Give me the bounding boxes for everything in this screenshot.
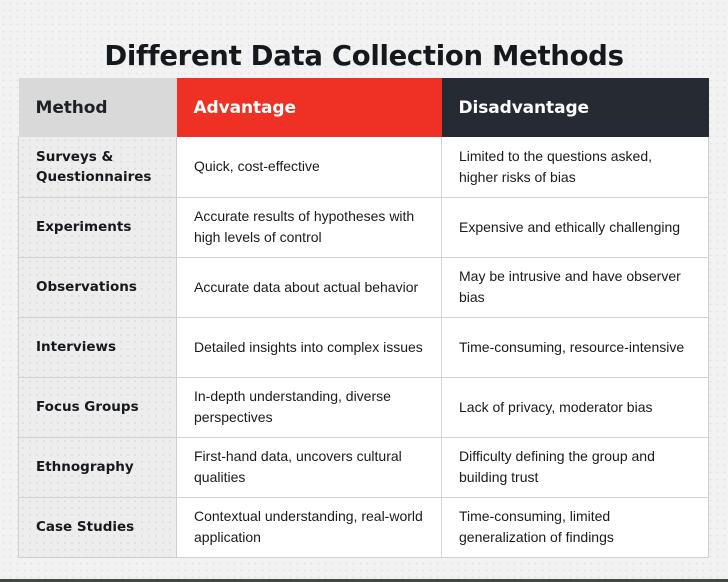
cell-advantage: Contextual understanding, real-world app… [176, 497, 442, 558]
table-body: Surveys & Questionnaires Quick, cost-effe… [18, 137, 709, 558]
table-row: Case Studies Contextual understanding, re… [18, 497, 709, 558]
cell-advantage: Quick, cost-effective [176, 137, 442, 198]
cell-disadvantage: Difficulty defining the group and buildi… [441, 437, 709, 498]
cell-method: Surveys & Questionnaires [18, 137, 177, 198]
table-row: Interviews Detailed insights into complex… [18, 317, 709, 378]
cell-method: Ethnography [18, 437, 177, 498]
page-title: Different Data Collection Methods [104, 40, 624, 73]
column-header-method: Method [18, 78, 177, 137]
cell-method: Observations [18, 257, 177, 318]
cell-method: Focus Groups [18, 377, 177, 438]
cell-advantage: Accurate data about actual behavior [176, 257, 442, 318]
cell-advantage: Accurate results of hypotheses with high… [176, 197, 442, 258]
data-collection-methods-table: Method Advantage Disadvantage Surveys & … [18, 78, 709, 558]
table-row: Focus Groups In-depth understanding, dive… [18, 377, 709, 438]
cell-advantage: In-depth understanding, diverse perspect… [176, 377, 442, 438]
column-header-disadvantage: Disadvantage [441, 78, 709, 137]
cell-disadvantage: Limited to the questions asked, higher r… [441, 137, 709, 198]
cell-disadvantage: Time-consuming, limited generalization o… [441, 497, 709, 558]
table-row: Surveys & Questionnaires Quick, cost-effe… [18, 137, 709, 198]
cell-disadvantage: Expensive and ethically challenging [441, 197, 709, 258]
cell-advantage: First-hand data, uncovers cultural quali… [176, 437, 442, 498]
column-header-advantage: Advantage [176, 78, 442, 137]
cell-disadvantage: Lack of privacy, moderator bias [441, 377, 709, 438]
table-header-row: Method Advantage Disadvantage [18, 78, 709, 137]
cell-disadvantage: Time-consuming, resource-intensive [441, 317, 709, 378]
table-header: Method Advantage Disadvantage [18, 78, 709, 137]
cell-method: Interviews [18, 317, 177, 378]
comparison-table: Method Advantage Disadvantage Surveys & … [18, 78, 709, 558]
cell-advantage: Detailed insights into complex issues [176, 317, 442, 378]
cell-disadvantage: May be intrusive and have observer bias [441, 257, 709, 318]
table-row: Experiments Accurate results of hypothese… [18, 197, 709, 258]
cell-method: Case Studies [18, 497, 177, 558]
table-row: Observations Accurate data about actual b… [18, 257, 709, 318]
cell-method: Experiments [18, 197, 177, 258]
table-row: Ethnography First-hand data, uncovers cul… [18, 437, 709, 498]
